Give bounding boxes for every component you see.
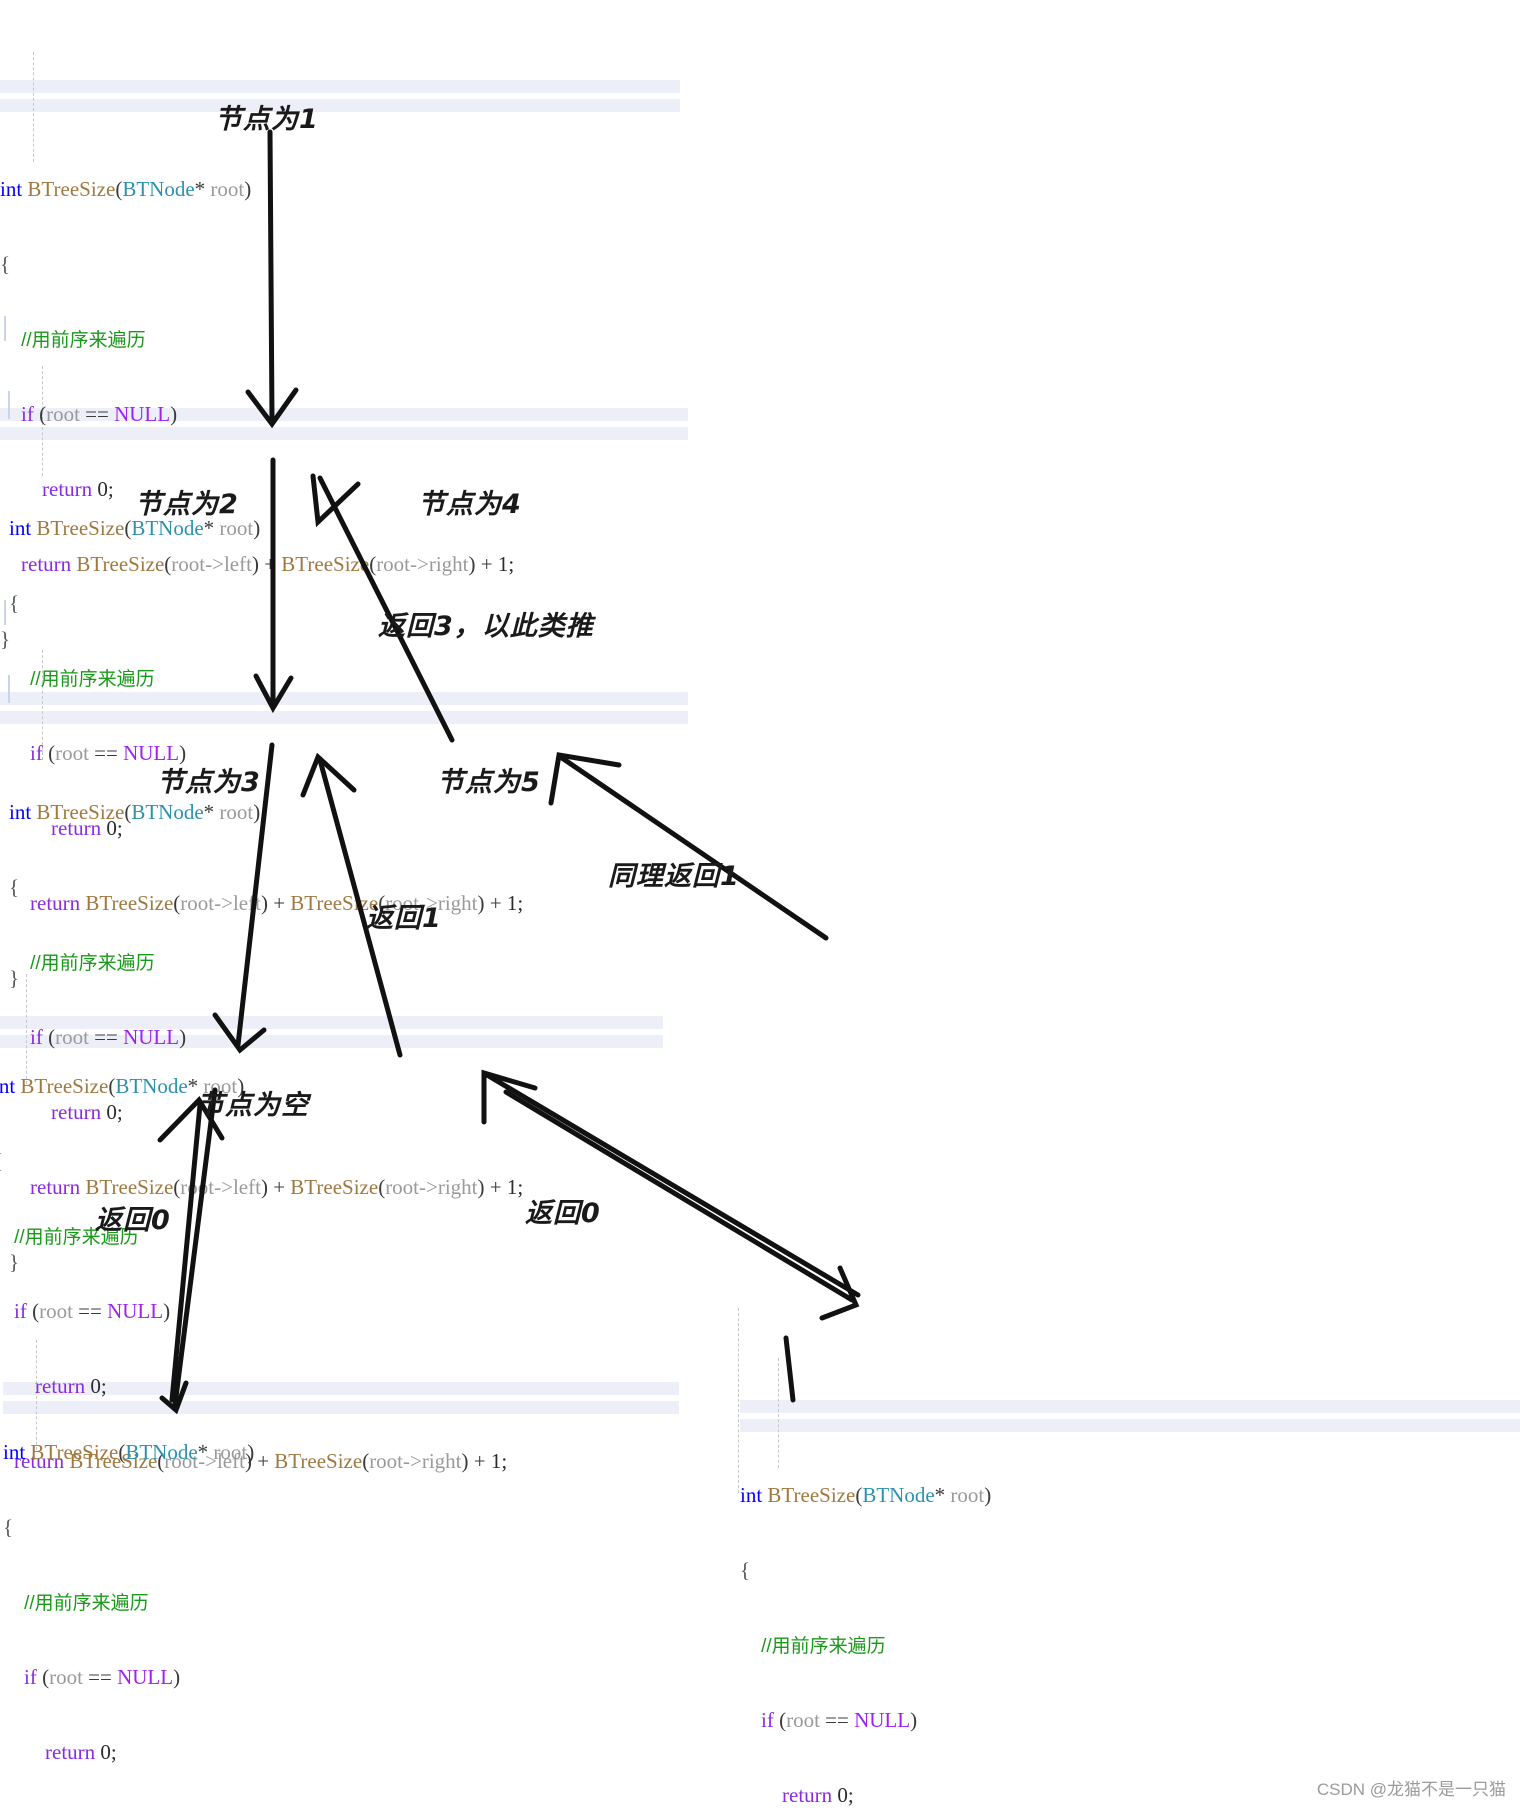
arrow-return-same-1 [559, 755, 829, 941]
code-line-brace-open: { [0, 1149, 507, 1174]
arrow-return-0-right [484, 1072, 861, 1298]
code-line-return-zero: return 0; [45, 1740, 117, 1764]
line-highlight [0, 427, 688, 440]
code-line-return-zero: return 0; [782, 1783, 854, 1807]
code-line-comment: //用前序来遍历 [3, 1593, 149, 1614]
code-line-brace-open: { [740, 1558, 751, 1582]
indent-guide [778, 1358, 779, 1468]
annotation-same-return-1: 同理返回1 [608, 861, 740, 892]
line-highlight [0, 80, 680, 93]
code-line-comment: //用前序来遍历 [740, 1636, 886, 1657]
code-line-signature: int BTreeSize(BTNode* root) [740, 1483, 992, 1507]
code-block-call-frame-5-left: int BTreeSize(BTNode* root) { //用前序来遍历 i… [3, 1290, 679, 1810]
annotation-return-0-right: 返回0 [525, 1198, 601, 1229]
code-line-if: if (root == NULL) [761, 1708, 918, 1732]
annotation-return-1: 返回1 [366, 903, 442, 934]
indent-guide [33, 52, 34, 162]
indent-guide [738, 1308, 739, 1493]
code-line-signature: int BTreeSize(BTNode* root) [0, 177, 252, 201]
annotation-node-1: 节点为1 [215, 104, 319, 135]
left-change-bar [4, 600, 6, 625]
code-line-return-recurse: return BTreeSize(root->left) + BTreeSize… [30, 891, 524, 915]
code-line-comment: //用前序来遍历 [0, 1227, 139, 1248]
annotation-return-3: 返回3，以此类推 [378, 611, 594, 642]
code-line-return-recurse: return BTreeSize(root->left) + BTreeSize… [21, 552, 515, 576]
line-highlight [740, 1400, 1520, 1413]
arrow-head-return-same-1 [548, 752, 622, 806]
line-highlight [0, 711, 688, 724]
line-highlight [3, 1401, 679, 1414]
code-line-signature: int BTreeSize(BTNode* root) [9, 800, 261, 824]
annotation-node-5: 节点为5 [437, 767, 541, 798]
code-line-return-recurse: return BTreeSize(root->left) + BTreeSize… [30, 1175, 524, 1199]
annotation-node-null: 节点为空 [197, 1090, 309, 1121]
line-highlight [0, 692, 688, 705]
code-line-brace-open: { [0, 252, 11, 276]
annotation-return-0-left: 返回0 [95, 1205, 171, 1236]
illustration-canvas: int BTreeSize(BTNode* root) { //用前序来遍历 i… [0, 0, 1520, 1810]
code-line-if: if (root == NULL) [24, 1665, 181, 1689]
annotation-node-4: 节点为4 [418, 489, 522, 520]
annotation-node-3: 节点为3 [157, 767, 261, 798]
code-line-brace-open: { [3, 1515, 14, 1539]
line-highlight [740, 1419, 1520, 1432]
csdn-watermark: CSDN @龙猫不是一只猫 [1316, 1780, 1506, 1799]
line-highlight [0, 99, 680, 112]
code-block-call-frame-6-right: int BTreeSize(BTNode* root) { //用前序来遍历 i… [738, 1308, 1520, 1810]
annotation-node-2: 节点为2 [135, 489, 239, 520]
